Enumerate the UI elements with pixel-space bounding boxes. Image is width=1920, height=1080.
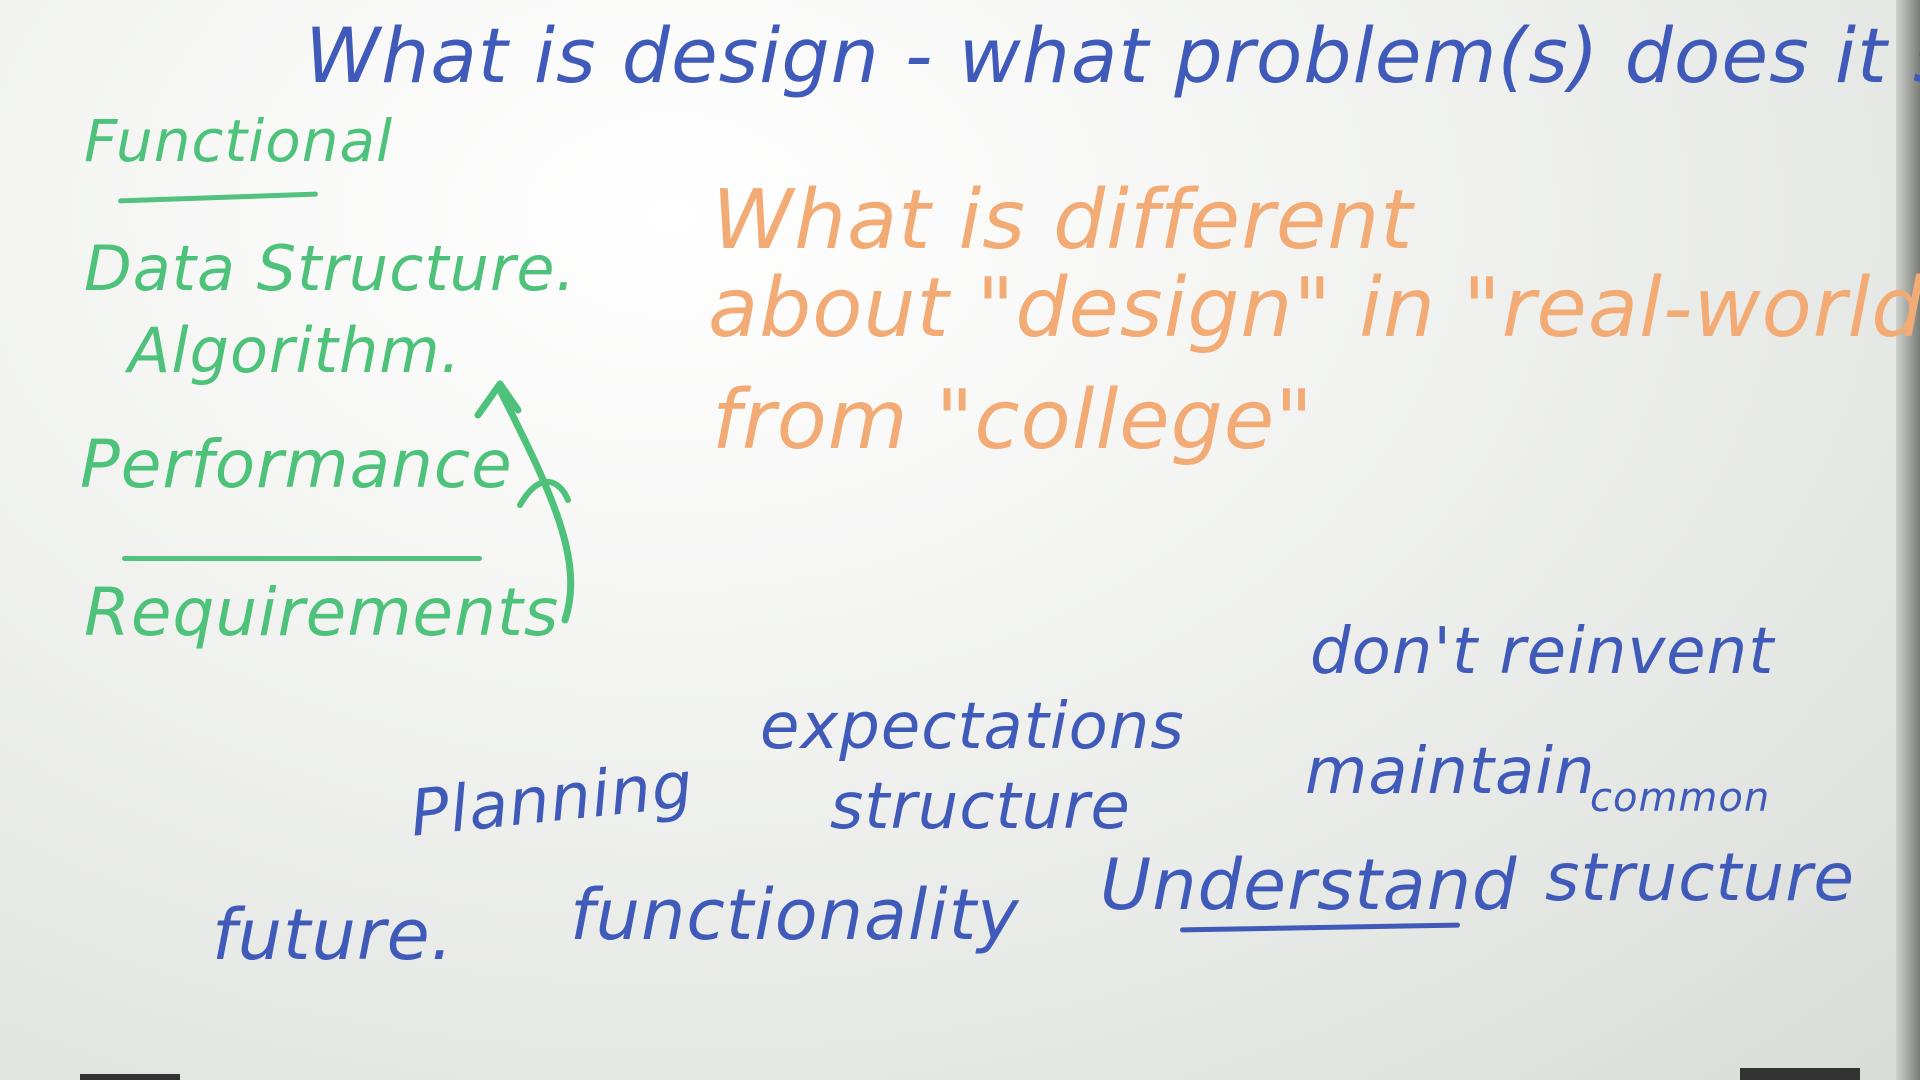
- functional-underline: [117, 191, 319, 204]
- word-common: common: [1590, 775, 1771, 821]
- board-bottom-shadow-right: [1740, 1068, 1860, 1080]
- functional-heading: Functional: [84, 107, 394, 175]
- curved-arrow-icon: [474, 380, 575, 624]
- item-performance: Performance: [80, 426, 513, 503]
- question-line-2: about "design" in "real-world": [708, 261, 1920, 356]
- requirements-divider: [122, 556, 482, 561]
- board-title: What is design - what problem(s) does it…: [305, 11, 1920, 100]
- word-expectations: expectations: [760, 690, 1185, 764]
- whiteboard-frame-edge: [1896, 0, 1920, 1080]
- word-future: future.: [212, 894, 454, 976]
- question-line-3: from "college": [712, 373, 1314, 468]
- question-line-1: What is different: [712, 173, 1414, 268]
- word-structure: structure: [830, 770, 1131, 844]
- word-planning: Planning: [406, 748, 697, 852]
- board-bottom-shadow-left: [80, 1074, 180, 1080]
- word-understand: Understand: [1100, 844, 1518, 926]
- word-structure-2: structure: [1545, 839, 1855, 916]
- whiteboard: What is design - what problem(s) does it…: [0, 0, 1920, 1080]
- word-functionality: functionality: [570, 874, 1020, 956]
- word-maintain: maintain: [1305, 735, 1596, 809]
- item-algorithm: Algorithm.: [128, 314, 462, 387]
- word-dont-reinvent: don't reinvent: [1310, 615, 1775, 689]
- item-data-structure: Data Structure.: [84, 232, 577, 305]
